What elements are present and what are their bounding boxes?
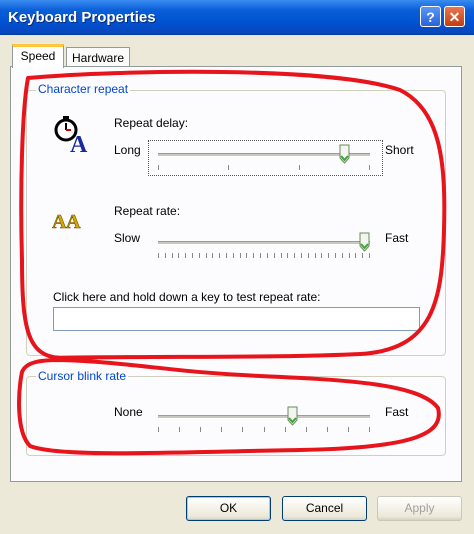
slider-tick <box>212 253 214 258</box>
tab-hardware[interactable]: Hardware <box>66 47 130 67</box>
repeat-rate-max-label: Fast <box>385 231 409 245</box>
slider-tick <box>287 253 289 258</box>
slider-tick <box>253 253 255 258</box>
slider-tick <box>228 165 230 170</box>
slider-tick <box>266 253 268 258</box>
repeat-delay-min-label: Long <box>114 143 141 157</box>
slider-tick <box>369 165 370 170</box>
slider-tick <box>192 253 194 258</box>
repeat-rate-icon: A A <box>52 211 81 234</box>
character-repeat-legend: Character repeat <box>36 82 131 96</box>
cursor-blink-legend: Cursor blink rate <box>36 369 129 383</box>
tab-speed-label: Speed <box>20 49 56 63</box>
repeat-rate-min-label: Slow <box>114 231 141 245</box>
slider-tick <box>158 165 159 170</box>
tab-hardware-label: Hardware <box>71 51 125 65</box>
slider-tick <box>369 253 370 258</box>
slider-tick <box>171 253 173 258</box>
slider-tick <box>158 253 159 258</box>
cancel-button[interactable]: Cancel <box>282 496 367 521</box>
slider-tick <box>232 253 234 258</box>
slider-tick <box>185 253 187 258</box>
slider-tick <box>219 253 221 258</box>
test-repeat-label: Click here and hold down a key to test r… <box>53 290 321 304</box>
slider-tick <box>205 253 207 258</box>
slider-tick <box>221 427 223 432</box>
test-repeat-input[interactable] <box>53 307 420 331</box>
repeat-delay-label: Repeat delay: <box>114 116 189 130</box>
slider-tick <box>355 253 357 258</box>
repeat-delay-icon: A <box>54 116 88 155</box>
slider-tick <box>284 427 286 432</box>
slider-thumb[interactable] <box>359 232 370 252</box>
slider-tick <box>164 253 166 258</box>
slider-tick <box>314 253 316 258</box>
slider-tick <box>326 427 328 432</box>
close-icon: ✕ <box>448 9 461 25</box>
slider-tick <box>200 427 202 432</box>
help-icon: ? <box>426 9 435 25</box>
slider-tick <box>334 253 336 258</box>
slider-tick <box>305 427 307 432</box>
close-button[interactable]: ✕ <box>444 6 465 27</box>
slider-tick <box>198 253 200 258</box>
slider-tick <box>158 427 159 432</box>
slider-tick <box>246 253 248 258</box>
slider-track[interactable] <box>158 241 370 245</box>
svg-text:A: A <box>52 211 67 233</box>
slider-tick <box>348 253 350 258</box>
cursor-blink-max-label: Fast <box>385 405 409 419</box>
slider-tick <box>280 253 282 258</box>
slider-tick <box>226 253 228 258</box>
repeat-delay-max-label: Short <box>385 143 414 157</box>
svg-text:A: A <box>70 132 88 155</box>
slider-tick <box>260 253 262 258</box>
slider-track[interactable] <box>158 415 370 419</box>
slider-tick <box>300 253 302 258</box>
slider-tick <box>341 253 343 258</box>
slider-thumb[interactable] <box>287 406 298 426</box>
slider-tick <box>294 253 296 258</box>
repeat-rate-label: Repeat rate: <box>114 204 181 218</box>
help-button[interactable]: ? <box>420 6 441 27</box>
slider-ticks <box>158 253 370 258</box>
slider-tick <box>273 253 275 258</box>
slider-tick <box>307 253 309 258</box>
cursor-blink-min-label: None <box>114 405 143 419</box>
ok-button[interactable]: OK <box>186 496 271 521</box>
slider-tick <box>178 253 180 258</box>
slider-tick <box>263 427 265 432</box>
slider-tick <box>239 253 241 258</box>
slider-ticks <box>158 165 370 170</box>
slider-tick <box>321 253 323 258</box>
window-title: Keyboard Properties <box>8 9 156 26</box>
slider-tick <box>369 427 370 432</box>
svg-text:A: A <box>66 211 81 233</box>
title-bar[interactable]: Keyboard Properties ? ✕ <box>0 0 474 35</box>
slider-ticks <box>158 427 370 432</box>
slider-tick <box>179 427 181 432</box>
slider-tick <box>362 253 364 258</box>
apply-button[interactable]: Apply <box>377 496 462 521</box>
slider-tick <box>328 253 330 258</box>
slider-thumb[interactable] <box>339 144 350 164</box>
slider-tick <box>298 165 300 170</box>
slider-tick <box>347 427 349 432</box>
slider-tick <box>242 427 244 432</box>
tab-speed[interactable]: Speed <box>12 44 64 68</box>
